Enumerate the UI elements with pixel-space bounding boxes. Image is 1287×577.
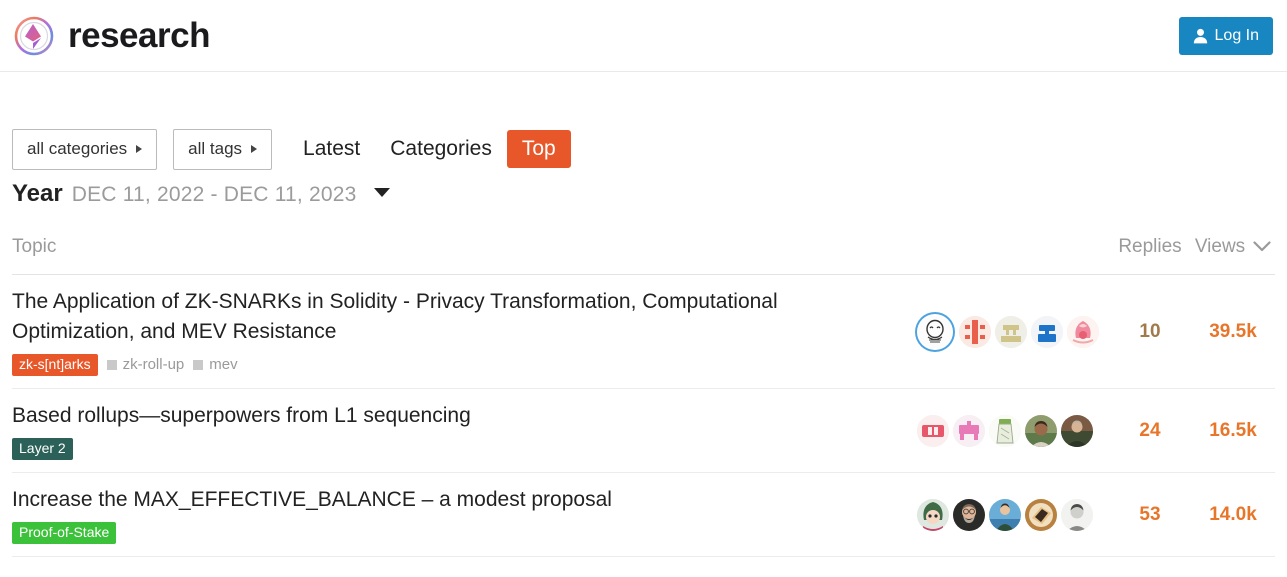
- avatar-anime-green[interactable]: [917, 498, 949, 531]
- replies-count[interactable]: 53: [1139, 504, 1160, 525]
- ethereum-circle-logo-icon: [14, 16, 54, 56]
- avatar-photo-man[interactable]: [1025, 414, 1057, 447]
- caret-right-icon: [251, 145, 258, 153]
- tags-dropdown[interactable]: all tags: [173, 128, 273, 170]
- views-count[interactable]: 16.5k: [1209, 420, 1257, 442]
- column-header-views[interactable]: Views: [1191, 236, 1275, 258]
- views-cell: 14.0k: [1191, 504, 1275, 526]
- nav-link-top[interactable]: Top: [506, 130, 571, 168]
- login-button-label: Log In: [1214, 27, 1259, 44]
- replies-cell: 53: [1109, 504, 1191, 526]
- nav-link-latest[interactable]: Latest: [288, 130, 375, 168]
- avatar-red-pattern[interactable]: [959, 315, 991, 348]
- topic-cell: The Application of ZK-SNARKs in Solidity…: [12, 287, 917, 377]
- table-row[interactable]: Based rollups—superpowers from L1 sequen…: [12, 389, 1275, 474]
- tag-chip[interactable]: zk-roll-up: [106, 356, 185, 374]
- categories-dropdown[interactable]: all categories: [12, 128, 158, 170]
- replies-count[interactable]: 24: [1139, 420, 1160, 441]
- table-row[interactable]: The Application of ZK-SNARKs in Solidity…: [12, 275, 1275, 390]
- caret-down-icon[interactable]: [373, 188, 390, 197]
- category-badge[interactable]: Layer 2: [12, 437, 73, 461]
- avatar-khaki-pixel[interactable]: [995, 315, 1027, 348]
- tags-dropdown-label: all tags: [188, 139, 243, 158]
- replies-cell: 10: [1109, 321, 1191, 343]
- views-count[interactable]: 39.5k: [1209, 321, 1257, 343]
- category-badge[interactable]: zk-s[nt]arks: [12, 353, 98, 377]
- posters-cell: [917, 414, 1109, 447]
- topic-list: Topic Replies Views The Application of Z…: [0, 220, 1287, 558]
- tag-square-icon: [193, 359, 204, 370]
- navigation-bar: all categories all tags Latest Categorie…: [0, 118, 1287, 180]
- topic-meta: Layer 2: [12, 437, 901, 461]
- period-label: Year: [12, 180, 63, 207]
- avatar-red-square[interactable]: [917, 414, 949, 447]
- tag-label: mev: [209, 356, 238, 374]
- period-selector[interactable]: Year DEC 11, 2022 - DEC 11, 2023: [0, 180, 1287, 220]
- replies-cell: 24: [1109, 420, 1191, 442]
- caret-right-icon: [136, 145, 143, 153]
- avatar-pink-anime[interactable]: [1067, 315, 1099, 348]
- table-row[interactable]: Increase the MAX_EFFECTIVE_BALANCE – a m…: [12, 473, 1275, 558]
- user-icon: [1193, 28, 1208, 44]
- posters-cell: [917, 498, 1109, 531]
- site-header: research Log In: [0, 0, 1287, 72]
- views-count[interactable]: 14.0k: [1209, 504, 1257, 526]
- avatar-green-sketch[interactable]: [989, 414, 1021, 447]
- categories-dropdown-label: all categories: [27, 139, 128, 158]
- tag-label: zk-roll-up: [122, 356, 185, 374]
- avatar-toast-plate[interactable]: [1025, 498, 1057, 531]
- topic-title-link[interactable]: The Application of ZK-SNARKs in Solidity…: [12, 287, 901, 347]
- avatar-photo-bearded[interactable]: [953, 498, 985, 531]
- topic-title-link[interactable]: Based rollups—superpowers from L1 sequen…: [12, 401, 901, 431]
- period-range: DEC 11, 2022 - DEC 11, 2023: [71, 183, 357, 206]
- tag-chip[interactable]: mev: [193, 356, 238, 374]
- brand-title: research: [68, 16, 210, 55]
- views-cell: 39.5k: [1191, 321, 1275, 343]
- topic-meta: Proof-of-Stake: [12, 522, 901, 545]
- tag-square-icon: [106, 359, 117, 370]
- avatar-pink-bot[interactable]: [953, 414, 985, 447]
- column-header-views-label: Views: [1194, 236, 1246, 257]
- topic-title-link[interactable]: Increase the MAX_EFFECTIVE_BALANCE – a m…: [12, 485, 901, 515]
- avatar-grayscale-portrait[interactable]: [1061, 498, 1093, 531]
- posters-cell: [917, 315, 1109, 348]
- avatar-blue-robot[interactable]: [1031, 315, 1063, 348]
- column-header-topic[interactable]: Topic: [12, 236, 917, 258]
- nav-link-categories[interactable]: Categories: [375, 130, 507, 168]
- avatar-photo-person[interactable]: [1061, 414, 1093, 447]
- avatar-photo-beach[interactable]: [989, 498, 1021, 531]
- login-button[interactable]: Log In: [1178, 17, 1273, 55]
- topic-meta: zk-s[nt]arks zk-roll-up mev: [12, 353, 901, 377]
- column-header-replies[interactable]: Replies: [1109, 236, 1191, 258]
- category-badge[interactable]: Proof-of-Stake: [12, 522, 117, 545]
- topic-cell: Based rollups—superpowers from L1 sequen…: [12, 401, 917, 461]
- chevron-down-icon: [1253, 236, 1271, 258]
- brand[interactable]: research: [14, 16, 210, 56]
- topic-cell: Increase the MAX_EFFECTIVE_BALANCE – a m…: [12, 485, 917, 545]
- avatar-sketch-face[interactable]: [919, 315, 951, 348]
- views-cell: 16.5k: [1191, 420, 1275, 442]
- topic-list-header: Topic Replies Views: [12, 220, 1275, 275]
- replies-count[interactable]: 10: [1139, 321, 1160, 342]
